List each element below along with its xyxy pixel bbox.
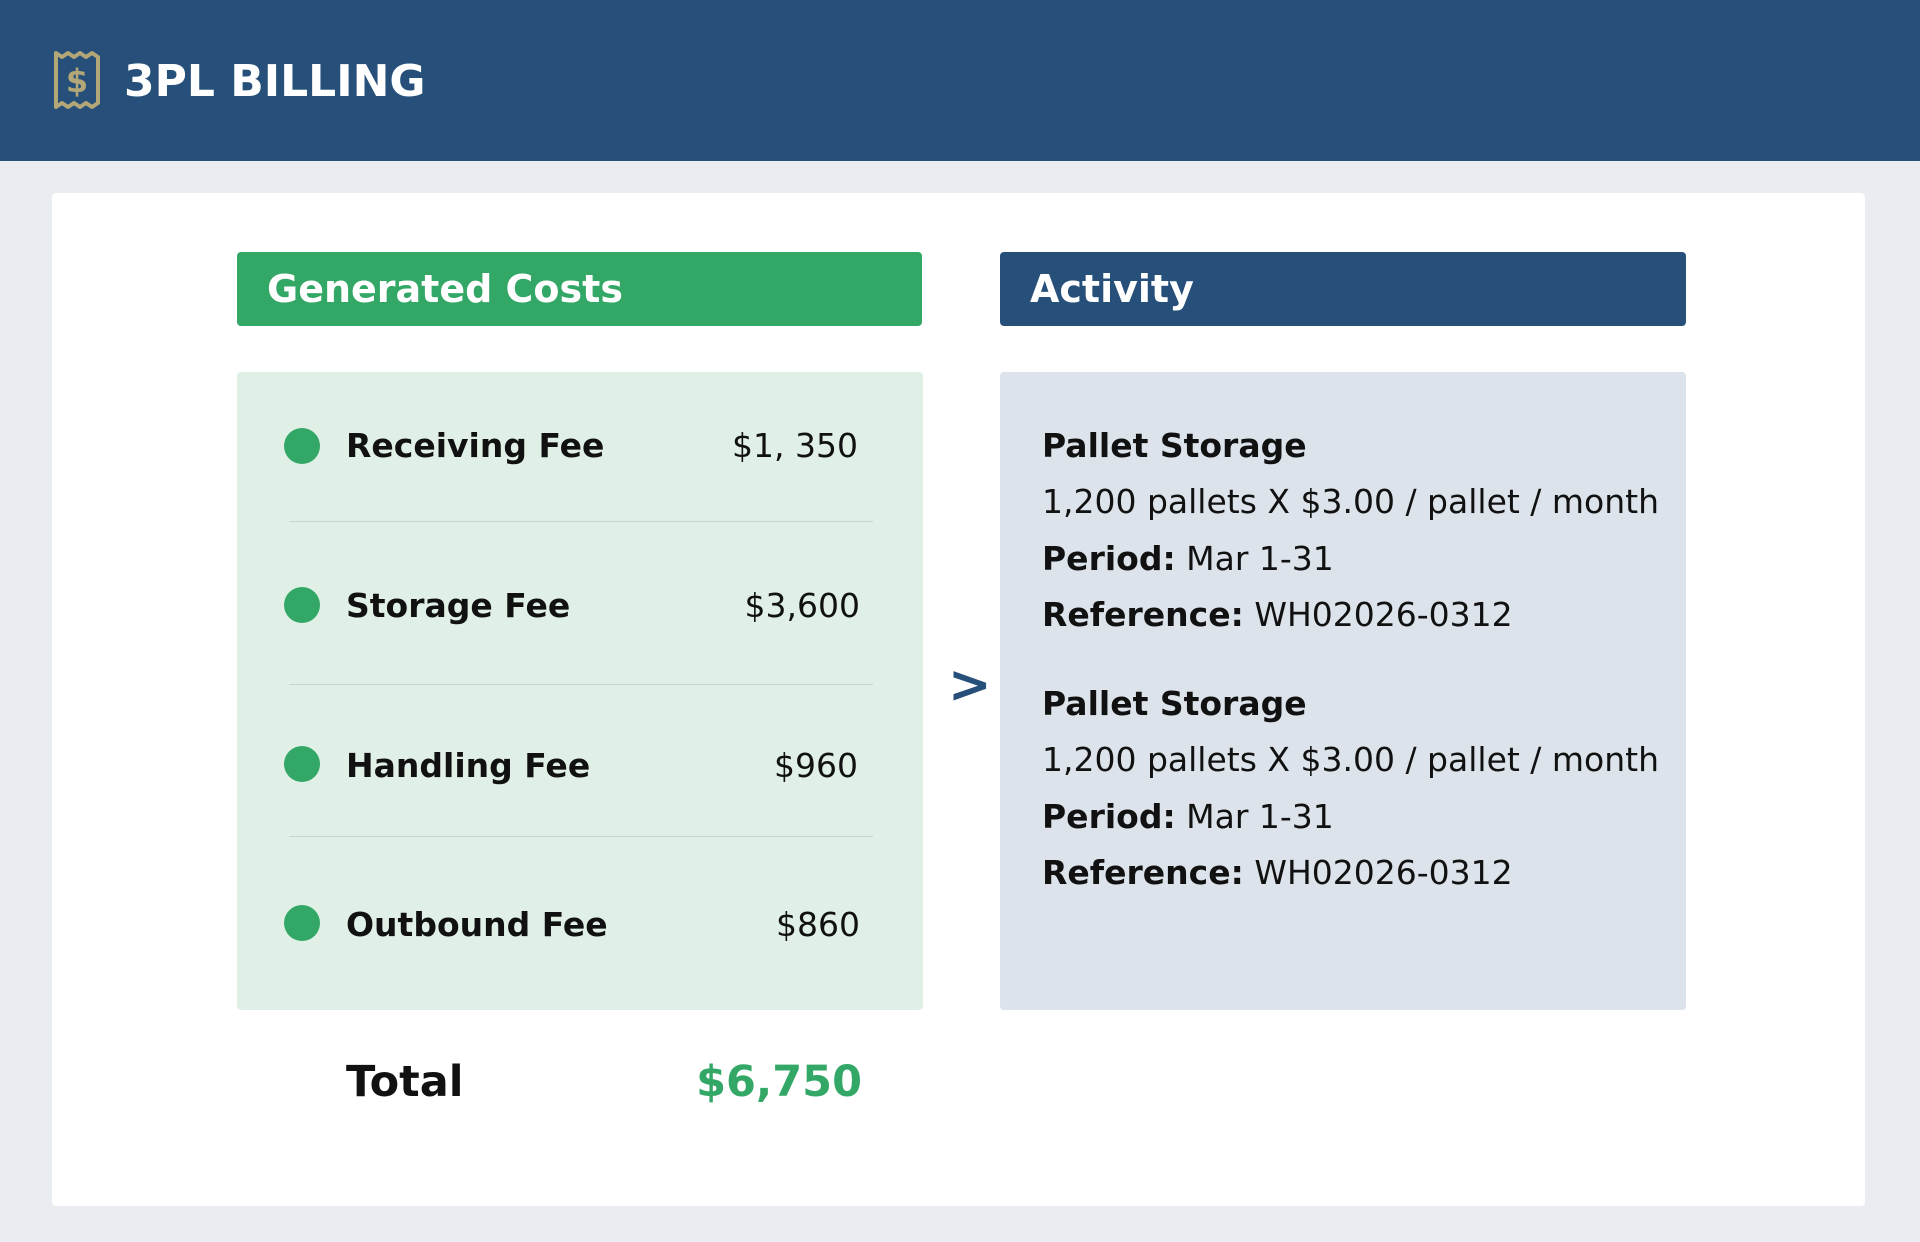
app-title: 3PL BILLING — [124, 56, 426, 107]
fee-divider — [289, 521, 873, 522]
fee-bullet — [284, 587, 320, 623]
activity-entry-period: Period: Mar 1-31 — [1042, 539, 1334, 579]
chevron-right-icon: > — [948, 655, 992, 715]
fee-bullet — [284, 746, 320, 782]
activity-entry-reference: Reference: WH02026-0312 — [1042, 595, 1513, 635]
total-label: Total — [346, 1057, 464, 1107]
fee-amount-receiving: $1, 350 — [732, 426, 858, 465]
svg-text:$: $ — [66, 62, 88, 100]
reference-label: Reference: — [1042, 853, 1244, 892]
fee-amount-handling: $960 — [774, 746, 858, 785]
activity-entry-reference: Reference: WH02026-0312 — [1042, 853, 1513, 893]
period-value: Mar 1-31 — [1186, 539, 1334, 578]
period-label: Period: — [1042, 797, 1176, 836]
activity-entry-detail: 1,200 pallets X $3.00 / pallet / month — [1042, 740, 1660, 779]
app-header: $ 3PL BILLING — [0, 0, 1920, 161]
reference-value: WH02026-0312 — [1254, 853, 1513, 892]
activity-entry-title: Pallet Storage — [1042, 684, 1307, 723]
period-value: Mar 1-31 — [1186, 797, 1334, 836]
generated-costs-heading: Generated Costs — [237, 252, 922, 326]
fee-label-handling: Handling Fee — [346, 746, 591, 785]
reference-label: Reference: — [1042, 595, 1244, 634]
activity-entry-detail: 1,200 pallets X $3.00 / pallet / month — [1042, 482, 1660, 521]
activity-entry-period: Period: Mar 1-31 — [1042, 797, 1334, 837]
fee-amount-storage: $3,600 — [744, 586, 860, 625]
fee-label-storage: Storage Fee — [346, 586, 571, 625]
reference-value: WH02026-0312 — [1254, 595, 1513, 634]
fee-amount-outbound: $860 — [776, 905, 860, 944]
fee-divider — [289, 836, 873, 837]
fee-bullet — [284, 428, 320, 464]
total-value: $6,750 — [696, 1057, 862, 1107]
fee-divider — [289, 684, 873, 685]
activity-heading: Activity — [1000, 252, 1686, 326]
fee-bullet — [284, 905, 320, 941]
activity-entry-title: Pallet Storage — [1042, 426, 1307, 465]
receipt-dollar-icon: $ — [54, 51, 100, 109]
period-label: Period: — [1042, 539, 1176, 578]
